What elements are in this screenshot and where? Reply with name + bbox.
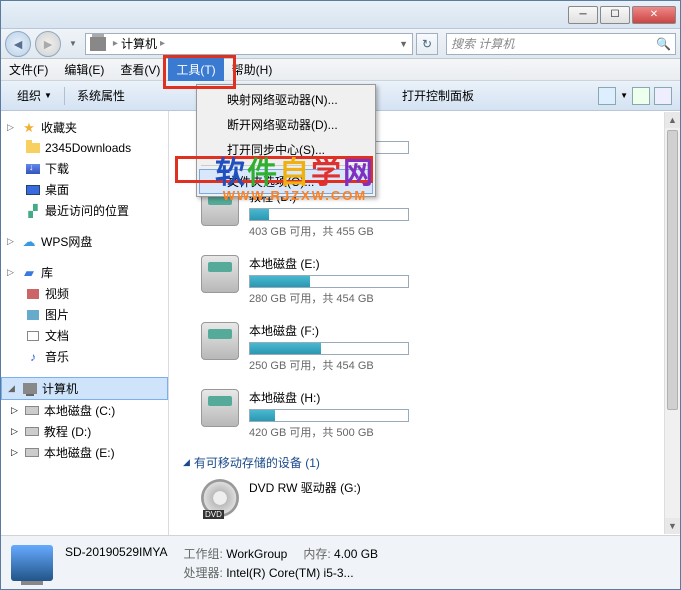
search-placeholder: 搜索 计算机 <box>451 35 514 52</box>
address-bar[interactable]: ▸ 计算机 ▸ ▼ <box>85 33 413 55</box>
status-workgroup-label: 工作组: <box>184 547 223 561</box>
drive-stat: 250 GB 可用，共 454 GB <box>249 357 449 373</box>
minimize-button[interactable]: ─ <box>568 6 598 24</box>
drive-name: DVD RW 驱动器 (G:) <box>249 479 449 496</box>
help-icon[interactable] <box>654 87 672 105</box>
sidebar-item[interactable]: ▷本地磁盘 (C:) <box>1 400 168 421</box>
refresh-button[interactable]: ↻ <box>416 33 438 55</box>
separator <box>64 87 65 105</box>
drive-item[interactable]: DVD RW 驱动器 (G:) <box>177 473 672 527</box>
menu-folder-options[interactable]: 文件夹选项(O)... <box>199 169 373 194</box>
menu-file[interactable]: 文件(F) <box>1 58 56 81</box>
tools-dropdown-menu: 映射网络驱动器(N)... 断开网络驱动器(D)... 打开同步中心(S)...… <box>196 84 376 197</box>
menu-sync-center[interactable]: 打开同步中心(S)... <box>199 137 373 162</box>
breadcrumb-sep-icon: ▸ <box>160 38 165 49</box>
close-button[interactable]: ✕ <box>632 6 676 24</box>
menu-map-drive[interactable]: 映射网络驱动器(N)... <box>199 87 373 112</box>
status-cpu: Intel(R) Core(TM) i5-3... <box>226 566 353 580</box>
sidebar-item[interactable]: 2345Downloads <box>1 138 168 158</box>
titlebar: ─ ☐ ✕ <box>1 1 680 29</box>
control-panel-button[interactable]: 打开控制面板 <box>394 84 482 107</box>
menu-view[interactable]: 查看(V) <box>112 58 168 81</box>
sidebar-item[interactable]: ▷本地磁盘 (E:) <box>1 442 168 463</box>
computer-icon <box>90 37 106 51</box>
drive-usage-bar <box>249 208 409 221</box>
organize-button[interactable]: 组织 ▼ <box>9 84 60 107</box>
address-dropdown-icon[interactable]: ▼ <box>399 39 408 49</box>
history-dropdown-icon[interactable]: ▼ <box>69 39 77 48</box>
scroll-thumb[interactable] <box>667 130 678 410</box>
navigation-pane: ▷★收藏夹 2345Downloads 下载 桌面 ▞最近访问的位置 ▷☁WPS… <box>1 111 169 535</box>
scroll-up-button[interactable]: ▲ <box>665 112 680 128</box>
status-mem: 4.00 GB <box>334 547 378 561</box>
menu-separator <box>201 165 371 166</box>
explorer-window: ─ ☐ ✕ ◄ ► ▼ ▸ 计算机 ▸ ▼ ↻ 搜索 计算机 🔍 文件(F) 编… <box>0 0 681 590</box>
maximize-button[interactable]: ☐ <box>600 6 630 24</box>
view-mode-icon[interactable] <box>598 87 616 105</box>
sidebar-wps[interactable]: ▷☁WPS网盘 <box>1 231 168 252</box>
sidebar-favorites[interactable]: ▷★收藏夹 <box>1 117 168 138</box>
drive-item[interactable]: 本地磁盘 (H:) 420 GB 可用，共 500 GB <box>177 383 672 450</box>
drive-stat: 280 GB 可用，共 454 GB <box>249 290 449 306</box>
drive-name: 本地磁盘 (H:) <box>249 389 449 406</box>
sidebar-item[interactable]: 下载 <box>1 158 168 179</box>
sidebar-computer[interactable]: ◢计算机 <box>1 377 168 400</box>
search-input[interactable]: 搜索 计算机 🔍 <box>446 33 676 55</box>
drive-icon <box>201 389 239 427</box>
forward-button[interactable]: ► <box>35 31 61 57</box>
sidebar-item[interactable]: ▞最近访问的位置 <box>1 200 168 221</box>
drive-name: 本地磁盘 (E:) <box>249 255 449 272</box>
drive-usage-bar <box>249 409 409 422</box>
nav-bar: ◄ ► ▼ ▸ 计算机 ▸ ▼ ↻ 搜索 计算机 🔍 <box>1 29 680 59</box>
computer-large-icon <box>11 545 53 581</box>
status-workgroup: WorkGroup <box>226 547 287 561</box>
dvd-icon <box>201 479 239 517</box>
menu-disconnect-drive[interactable]: 断开网络驱动器(D)... <box>199 112 373 137</box>
sidebar-item[interactable]: 桌面 <box>1 179 168 200</box>
drive-icon <box>201 322 239 360</box>
menu-edit[interactable]: 编辑(E) <box>56 58 112 81</box>
breadcrumb-sep-icon: ▸ <box>113 38 118 49</box>
sidebar-item[interactable]: ♪音乐 <box>1 346 168 367</box>
view-dropdown-icon[interactable]: ▼ <box>620 91 628 100</box>
drive-usage-bar <box>249 275 409 288</box>
scroll-down-button[interactable]: ▼ <box>665 518 680 534</box>
menu-tools[interactable]: 工具(T) <box>168 58 223 81</box>
removable-section-header[interactable]: ◢有可移动存储的设备 (1) <box>177 450 672 473</box>
drive-item[interactable]: 本地磁盘 (E:) 280 GB 可用，共 454 GB <box>177 249 672 316</box>
search-icon: 🔍 <box>656 37 671 51</box>
sidebar-item[interactable]: 视频 <box>1 283 168 304</box>
sidebar-item[interactable]: 图片 <box>1 304 168 325</box>
drive-name: 本地磁盘 (F:) <box>249 322 449 339</box>
drive-stat: 420 GB 可用，共 500 GB <box>249 424 449 440</box>
status-name: SD-20190529IMYA <box>65 545 168 562</box>
sidebar-item[interactable]: ▷教程 (D:) <box>1 421 168 442</box>
sidebar-item[interactable]: 文档 <box>1 325 168 346</box>
status-bar: SD-20190529IMYA 工作组: WorkGroup 内存: 4.00 … <box>1 535 680 589</box>
scrollbar[interactable]: ▲ ▼ <box>664 112 680 534</box>
drive-icon <box>201 255 239 293</box>
status-cpu-label: 处理器: <box>184 566 223 580</box>
status-mem-label: 内存: <box>303 547 330 561</box>
system-properties-button[interactable]: 系统属性 <box>69 84 133 107</box>
preview-pane-icon[interactable] <box>632 87 650 105</box>
drive-item[interactable]: 本地磁盘 (F:) 250 GB 可用，共 454 GB <box>177 316 672 383</box>
drive-usage-bar <box>249 342 409 355</box>
sidebar-libraries[interactable]: ▷▰库 <box>1 262 168 283</box>
address-text: 计算机 <box>121 35 157 52</box>
back-button[interactable]: ◄ <box>5 31 31 57</box>
menubar: 文件(F) 编辑(E) 查看(V) 工具(T) 帮助(H) <box>1 59 680 81</box>
drive-stat: 403 GB 可用，共 455 GB <box>249 223 449 239</box>
menu-help[interactable]: 帮助(H) <box>224 58 281 81</box>
